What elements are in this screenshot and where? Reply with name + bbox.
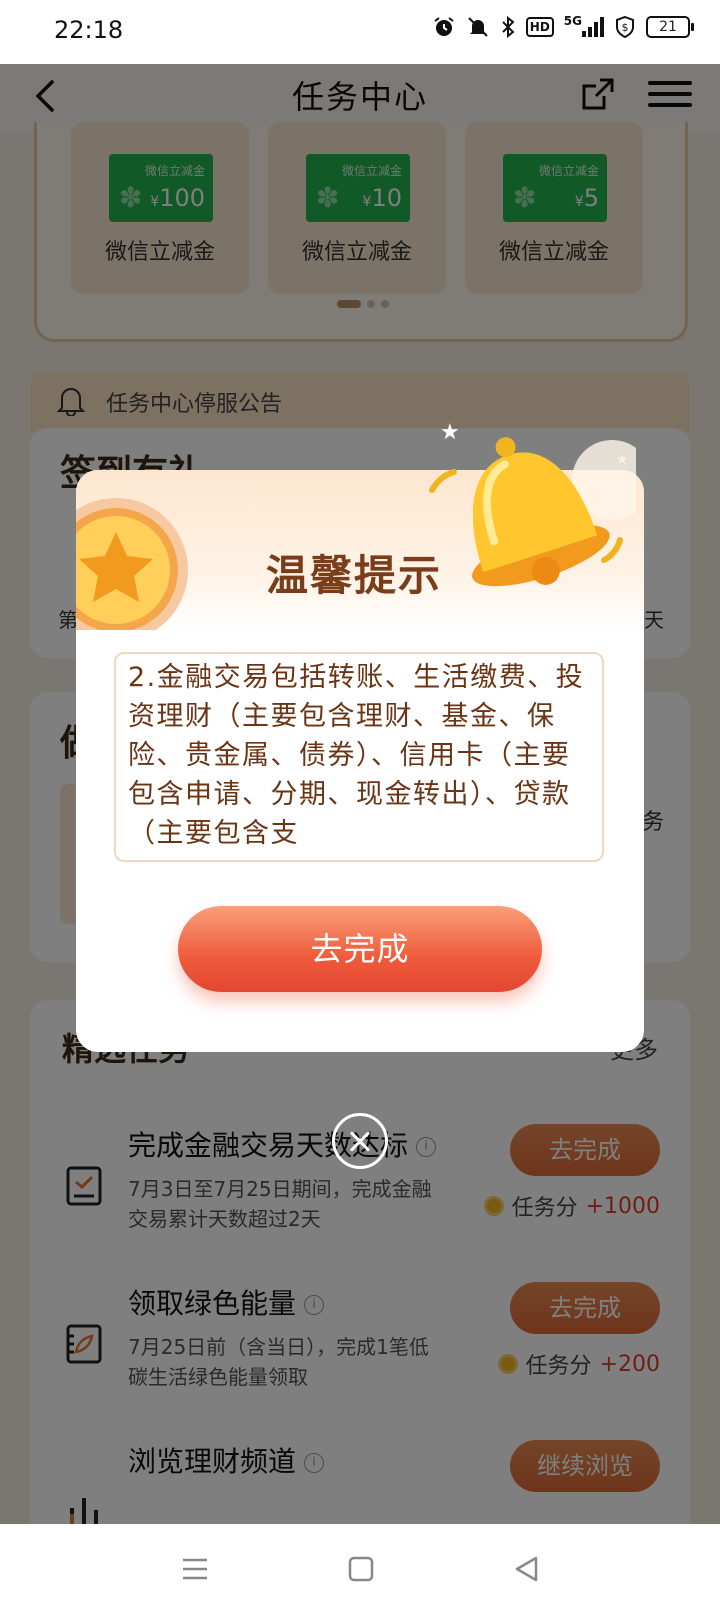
hd-icon: HD bbox=[525, 17, 554, 37]
close-dialog-icon[interactable] bbox=[332, 1113, 388, 1169]
network-label: 5G bbox=[563, 14, 582, 28]
mute-icon bbox=[466, 14, 490, 40]
status-time: 22:18 bbox=[54, 16, 124, 44]
star-coin-icon bbox=[76, 498, 188, 630]
svg-text:$: $ bbox=[622, 21, 629, 34]
bluetooth-icon bbox=[500, 14, 516, 40]
dialog-content-text: 2.金融交易包括转账、生活缴费、投资理财（主要包含理财、基金、保险、贵金属、债券… bbox=[128, 662, 585, 849]
status-icons: HD 5G $ 21 bbox=[432, 14, 694, 40]
home-icon[interactable] bbox=[346, 1554, 376, 1584]
shield-dollar-icon: $ bbox=[614, 14, 636, 40]
alarm-icon bbox=[432, 14, 456, 40]
bell-illustration-icon bbox=[429, 437, 636, 587]
tips-dialog: 温馨提示 2.金融交易包括转账、生活缴费、投资理财（主要包含理财、基金、保险、贵… bbox=[76, 437, 644, 1052]
signal-icon: 5G bbox=[564, 14, 604, 40]
status-bar: 22:18 HD 5G $ 21 bbox=[0, 0, 720, 64]
go-complete-button[interactable]: 去完成 bbox=[178, 906, 542, 992]
back-triangle-icon[interactable] bbox=[512, 1554, 542, 1584]
dialog-content-scroll[interactable]: 2.金融交易包括转账、生活缴费、投资理财（主要包含理财、基金、保险、贵金属、债券… bbox=[114, 652, 604, 862]
system-nav-bar bbox=[0, 1524, 720, 1612]
recent-apps-icon[interactable] bbox=[180, 1554, 210, 1584]
battery-icon: 21 bbox=[646, 16, 694, 38]
dialog-title: 温馨提示 bbox=[266, 551, 443, 600]
